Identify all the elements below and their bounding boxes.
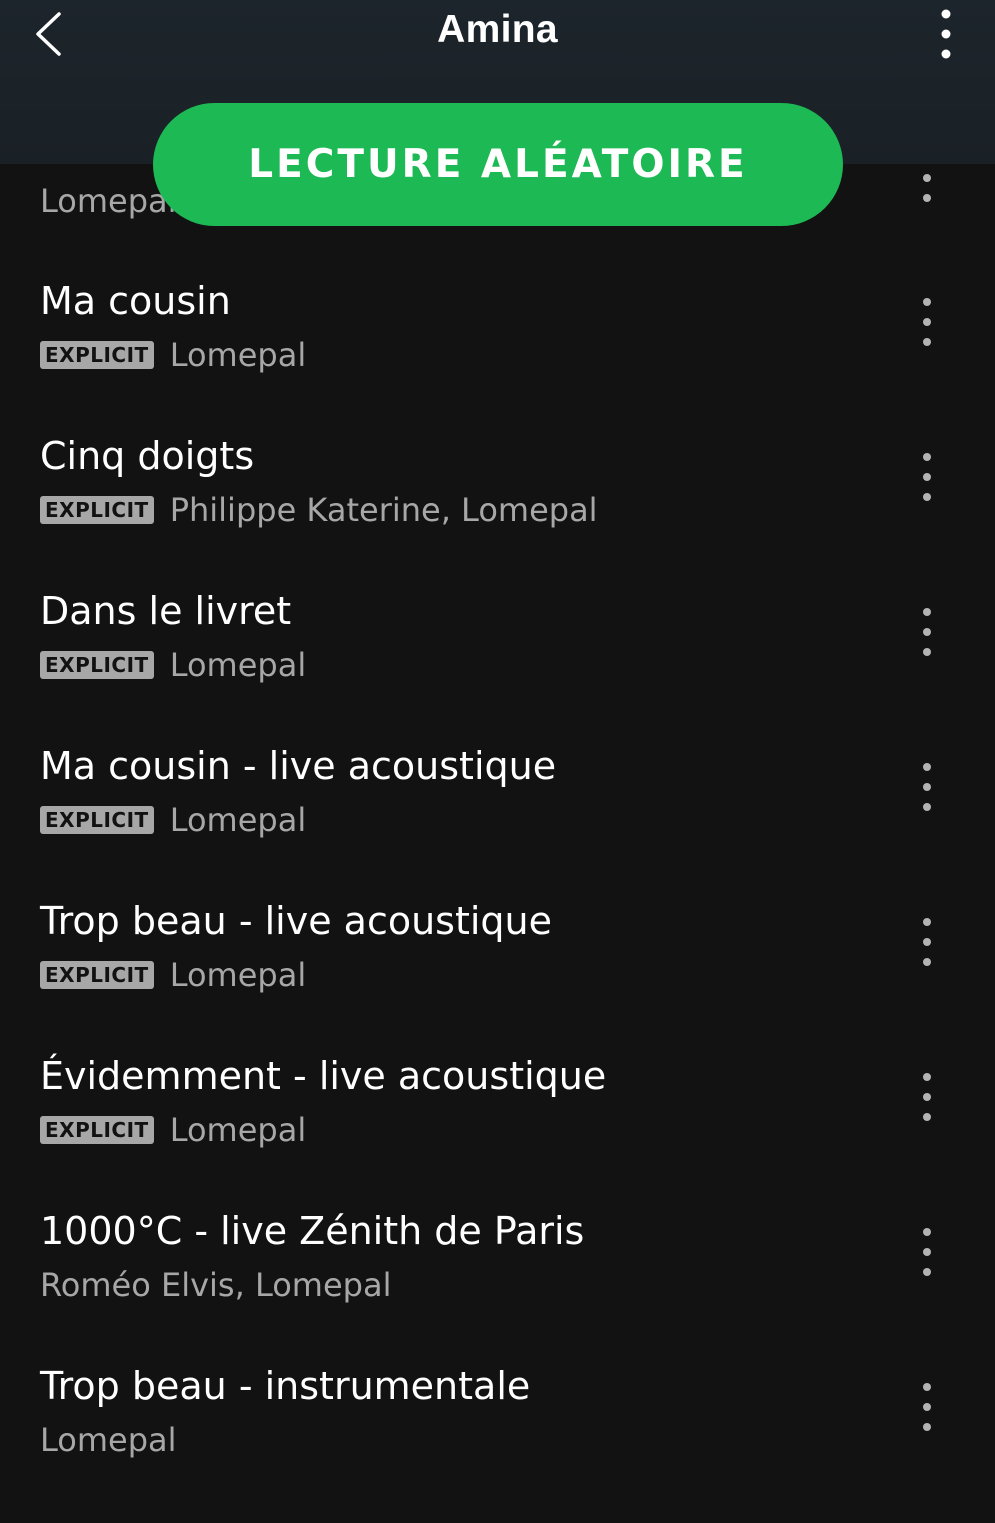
track-row[interactable]: 1000°C - live Zénith de Paris Roméo Elvi… [0,1208,995,1363]
track-row[interactable]: Dans le livret EXPLICIT Lomepal [0,588,995,743]
track-row[interactable]: Évidemment - live acoustique EXPLICIT Lo… [0,1053,995,1208]
track-subtitle: EXPLICIT Lomepal [40,644,306,686]
track-artist: Lomepal [169,956,307,994]
explicit-badge: EXPLICIT [40,651,154,679]
track-more-icon[interactable] [906,447,948,507]
track-more-icon[interactable] [906,1377,948,1437]
shuffle-play-button[interactable]: LECTURE ALÉATOIRE [153,103,843,226]
track-subtitle: EXPLICIT Lomepal [40,1109,306,1151]
track-artist: Lomepal [169,1111,307,1149]
more-options-button[interactable] [920,4,972,64]
track-title: Trop beau - live acoustique [40,899,553,943]
track-more-icon[interactable] [906,1067,948,1127]
track-title: Cinq doigts [40,434,255,478]
page-title: Amina [437,8,558,51]
explicit-badge: EXPLICIT [40,1116,154,1144]
track-title: 1000°C - live Zénith de Paris [40,1209,585,1253]
track-artist: Philippe Katerine, Lomepal [169,491,598,529]
track-artist: Roméo Elvis, Lomepal [40,1266,392,1304]
track-row[interactable]: Ma cousin EXPLICIT Lomepal [0,278,995,433]
track-row[interactable]: Trop beau - instrumentale Lomepal [0,1363,995,1518]
track-artist: Lomepal [169,801,307,839]
more-vertical-icon [941,9,951,59]
track-subtitle: Lomepal [40,1419,177,1461]
explicit-badge: EXPLICIT [40,961,154,989]
track-subtitle: EXPLICIT Lomepal [40,954,306,996]
track-row[interactable]: Ma cousin - live acoustique EXPLICIT Lom… [0,743,995,898]
track-row[interactable]: Trop beau - live acoustique EXPLICIT Lom… [0,898,995,1053]
track-more-icon[interactable] [906,757,948,817]
track-subtitle: EXPLICIT Philippe Katerine, Lomepal [40,489,598,531]
track-artist: Lomepal [40,1421,177,1459]
track-title: Ma cousin - live acoustique [40,744,557,788]
track-title: Évidemment - live acoustique [40,1054,607,1098]
track-more-icon[interactable] [906,1222,948,1282]
track-row[interactable]: Cinq doigts EXPLICIT Philippe Katerine, … [0,433,995,588]
track-title: Dans le livret [40,589,292,633]
explicit-badge: EXPLICIT [40,341,154,369]
track-more-icon[interactable] [906,602,948,662]
explicit-badge: EXPLICIT [40,496,154,524]
track-title: Ma cousin [40,279,231,323]
track-more-icon[interactable] [906,292,948,352]
track-list: Lomepal Ma cousin EXPLICIT Lomepal Cinq … [0,0,995,1523]
track-artist: Lomepal [169,336,307,374]
track-subtitle: Roméo Elvis, Lomepal [40,1264,391,1306]
track-title: Trop beau - instrumentale [40,1364,531,1408]
track-artist: Lomepal [40,182,177,220]
track-subtitle: EXPLICIT Lomepal [40,799,306,841]
explicit-badge: EXPLICIT [40,806,154,834]
track-more-icon[interactable] [906,912,948,972]
track-subtitle: EXPLICIT Lomepal [40,334,306,376]
track-artist: Lomepal [169,646,307,684]
